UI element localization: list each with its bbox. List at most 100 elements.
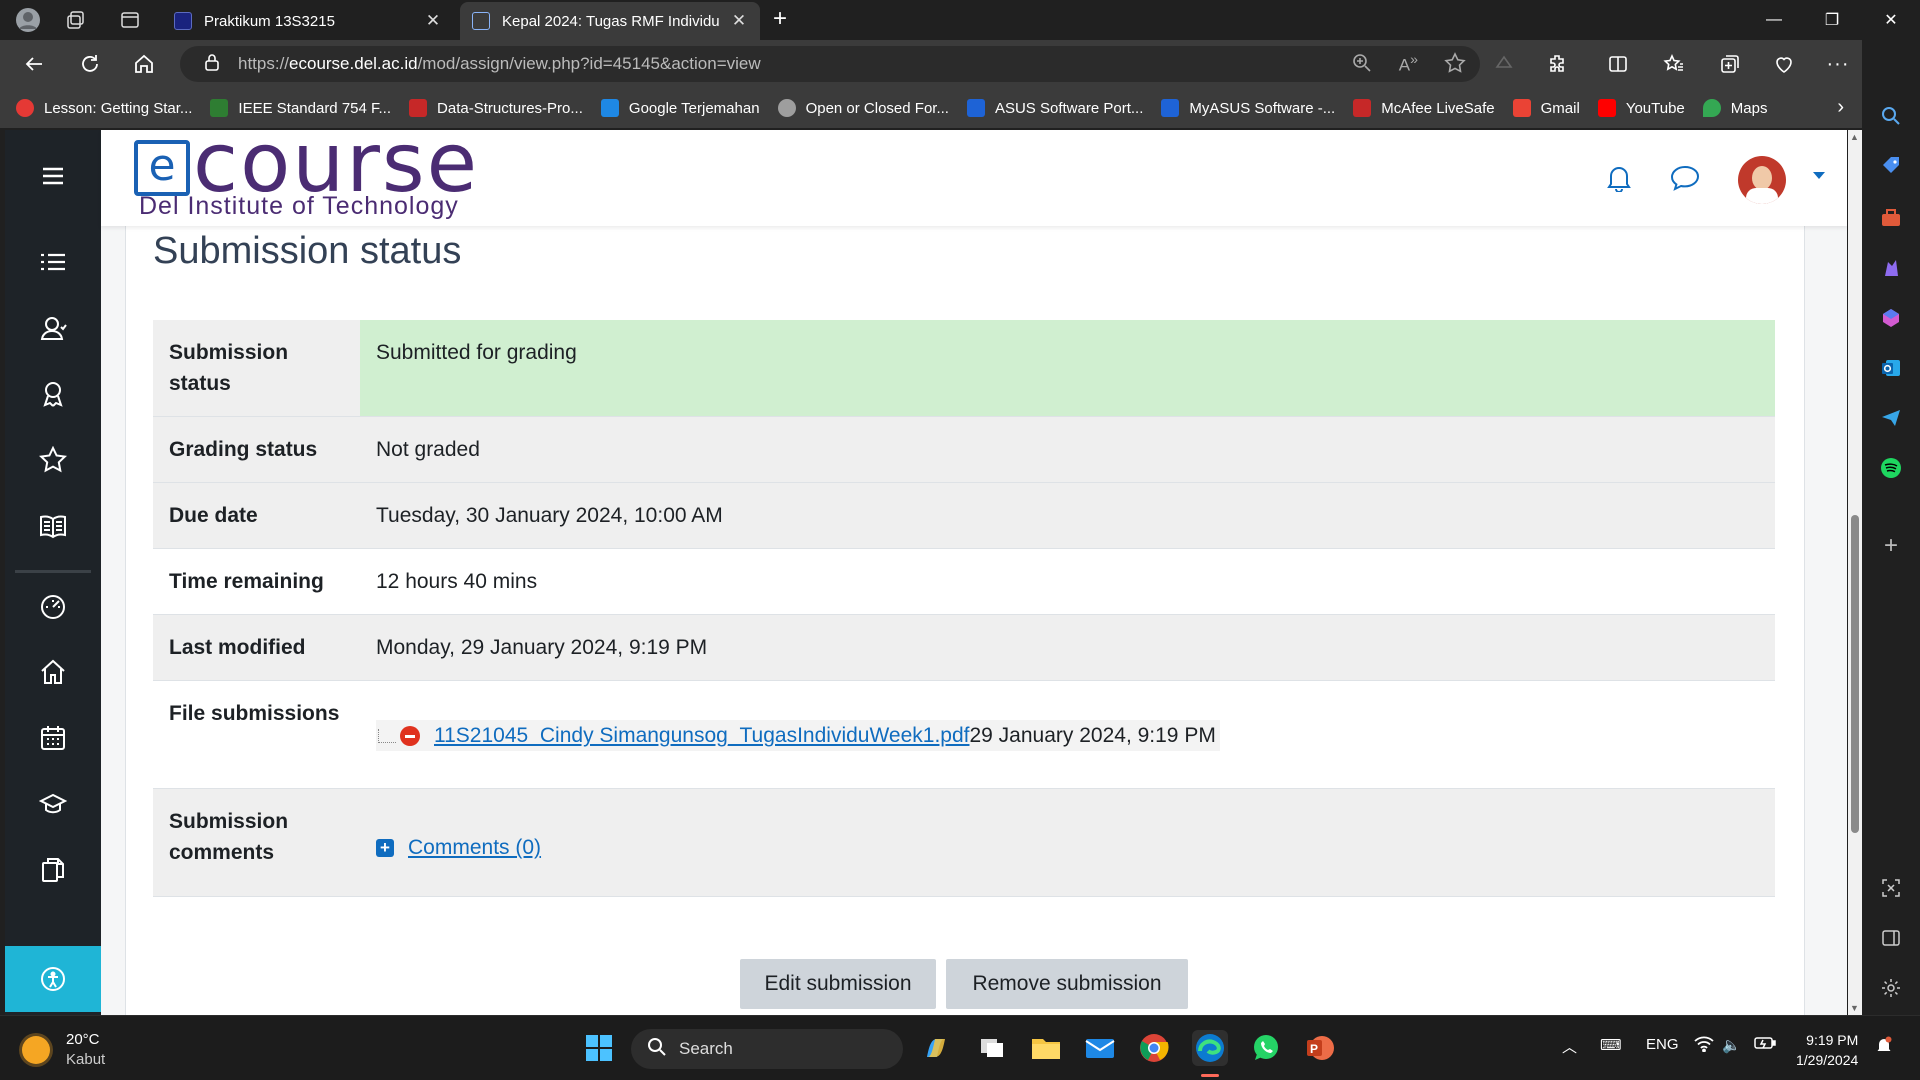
close-tab-icon[interactable]: ✕ [730,11,748,31]
battery-icon[interactable] [1754,1036,1776,1054]
shopping-icon[interactable] [1877,152,1905,180]
notification-bell-icon[interactable] [1876,1036,1892,1058]
minimize-icon[interactable]: — [1745,0,1803,40]
site-home-icon[interactable] [33,652,73,692]
sidebar-toggle-icon[interactable] [1877,924,1905,952]
bookmark-youtube[interactable]: YouTube [1597,99,1685,117]
dashboard-gauge-icon[interactable] [33,586,73,626]
chevron-right-icon[interactable]: › [1837,96,1844,119]
lock-icon[interactable] [204,53,220,76]
hamburger-menu-icon[interactable] [33,156,73,196]
bookmark-data-structures[interactable]: Data-Structures-Pro... [409,99,583,117]
microsoft-365-icon[interactable] [1877,304,1905,332]
send-icon[interactable] [1877,404,1905,432]
edge-browser-icon[interactable] [1192,1030,1228,1066]
taskbar-clock[interactable]: 9:19 PM 1/29/2024 [1796,1030,1858,1070]
expand-plus-icon[interactable]: + [376,838,394,857]
powerpoint-icon[interactable]: P [1302,1030,1338,1066]
back-icon[interactable] [16,48,52,80]
screenshot-icon[interactable] [1877,874,1905,902]
bookmark-maps[interactable]: Maps [1702,99,1767,117]
tab-actions-icon[interactable] [110,6,150,34]
tools-icon[interactable] [1877,204,1905,232]
collections-icon[interactable] [1712,48,1748,80]
language-indicator[interactable]: ENG [1646,1036,1679,1053]
tab-kepal[interactable]: Kepal 2024: Tugas RMF Individu ✕ [460,2,760,40]
settings-gear-icon[interactable] [1877,974,1905,1002]
page-scrollbar[interactable]: ▲ ▼ [1848,130,1862,1015]
accessibility-button[interactable] [5,946,101,1012]
profile-icon[interactable] [8,6,48,34]
tab-praktikum[interactable]: Praktikum 13S3215 ✕ [162,2,454,40]
favorite-star-icon[interactable] [1444,52,1466,79]
refresh-icon[interactable] [72,48,108,80]
sync-icon[interactable] [1486,48,1522,80]
taskbar-search[interactable]: Search [631,1029,903,1069]
search-icon [647,1037,667,1062]
bookmark-lesson[interactable]: Lesson: Getting Star... [16,99,192,117]
extensions-icon[interactable] [1540,48,1576,80]
calendar-icon[interactable] [33,718,73,758]
bookmark-mcafee[interactable]: McAfee LiveSafe [1353,99,1495,117]
bookmark-gmail[interactable]: Gmail [1512,99,1580,117]
badges-icon[interactable] [33,374,73,414]
wifi-icon[interactable] [1694,1036,1714,1056]
star-icon[interactable] [33,440,73,480]
games-icon[interactable] [1877,254,1905,282]
scroll-up-icon[interactable]: ▲ [1850,132,1859,142]
home-icon[interactable] [126,48,162,80]
chrome-icon[interactable] [1136,1030,1172,1066]
show-hidden-icons-chevron-icon[interactable]: ︿ [1562,1036,1577,1057]
notifications-bell-icon[interactable] [1601,160,1637,196]
user-avatar[interactable] [1738,156,1786,204]
course-index-icon[interactable] [33,242,73,282]
bookmark-asus-portal[interactable]: ASUS Software Port... [966,99,1143,117]
add-icon[interactable]: + [1877,532,1905,560]
scrollbar-thumb[interactable] [1851,515,1859,833]
close-window-icon[interactable]: ✕ [1862,0,1920,40]
zoom-icon[interactable] [1351,52,1373,79]
task-view-icon[interactable] [974,1030,1010,1066]
windows-start-icon[interactable] [581,1030,617,1066]
edit-submission-button[interactable]: Edit submission [740,959,936,1009]
new-tab-icon[interactable]: + [766,6,794,34]
bookmark-myasus[interactable]: MyASUS Software -... [1161,99,1335,117]
read-aloud-icon[interactable]: A» [1399,52,1418,79]
bookmark-google-translate[interactable]: Google Terjemahan [600,99,760,117]
graduation-cap-icon[interactable] [33,784,73,824]
weather-widget[interactable]: 20°C Kabut [22,1030,105,1070]
url-bar[interactable]: https:// ecourse.del.ac.id /mod/assign/v… [180,46,1480,82]
file-explorer-icon[interactable] [1028,1030,1064,1066]
comments-toggle[interactable]: + Comments (0) [376,832,541,863]
submitted-file-link[interactable]: 11S21045_Cindy Simangunsog_TugasIndividu… [434,720,969,751]
search-icon[interactable] [1877,102,1905,130]
comments-link[interactable]: Comments (0) [408,832,541,863]
workspaces-icon[interactable] [56,6,96,34]
grades-book-icon[interactable] [33,506,73,546]
bookmark-open-closed[interactable]: Open or Closed For... [777,99,949,117]
volume-icon[interactable]: 🔈 [1722,1036,1741,1054]
favorites-icon[interactable] [1656,48,1692,80]
restore-icon[interactable]: ❐ [1803,0,1861,40]
close-tab-icon[interactable]: ✕ [424,11,442,31]
remove-submission-button[interactable]: Remove submission [946,959,1188,1009]
copilot-preview-icon[interactable] [918,1030,954,1066]
messages-chat-icon[interactable] [1667,160,1703,196]
table-row: Last modified Monday, 29 January 2024, 9… [153,614,1775,681]
bookmark-label: Google Terjemahan [628,99,760,117]
more-menu-icon[interactable]: ··· [1820,48,1856,80]
url-path: /mod/assign/view.php?id=45145&action=vie… [417,54,761,73]
split-screen-icon[interactable] [1600,48,1636,80]
bookmark-ieee[interactable]: IEEE Standard 754 F... [210,99,391,117]
google-translate-icon [600,99,619,117]
keyboard-icon[interactable]: ⌨ [1600,1036,1622,1054]
whatsapp-icon[interactable] [1248,1030,1284,1066]
outlook-icon[interactable] [1877,354,1905,382]
private-files-icon[interactable] [33,850,73,890]
performance-icon[interactable] [1766,48,1802,80]
mail-icon[interactable] [1082,1030,1118,1066]
spotify-icon[interactable] [1877,454,1905,482]
user-menu-caret-icon[interactable] [1813,172,1825,179]
scroll-down-icon[interactable]: ▼ [1850,1003,1859,1013]
participants-icon[interactable] [33,308,73,348]
